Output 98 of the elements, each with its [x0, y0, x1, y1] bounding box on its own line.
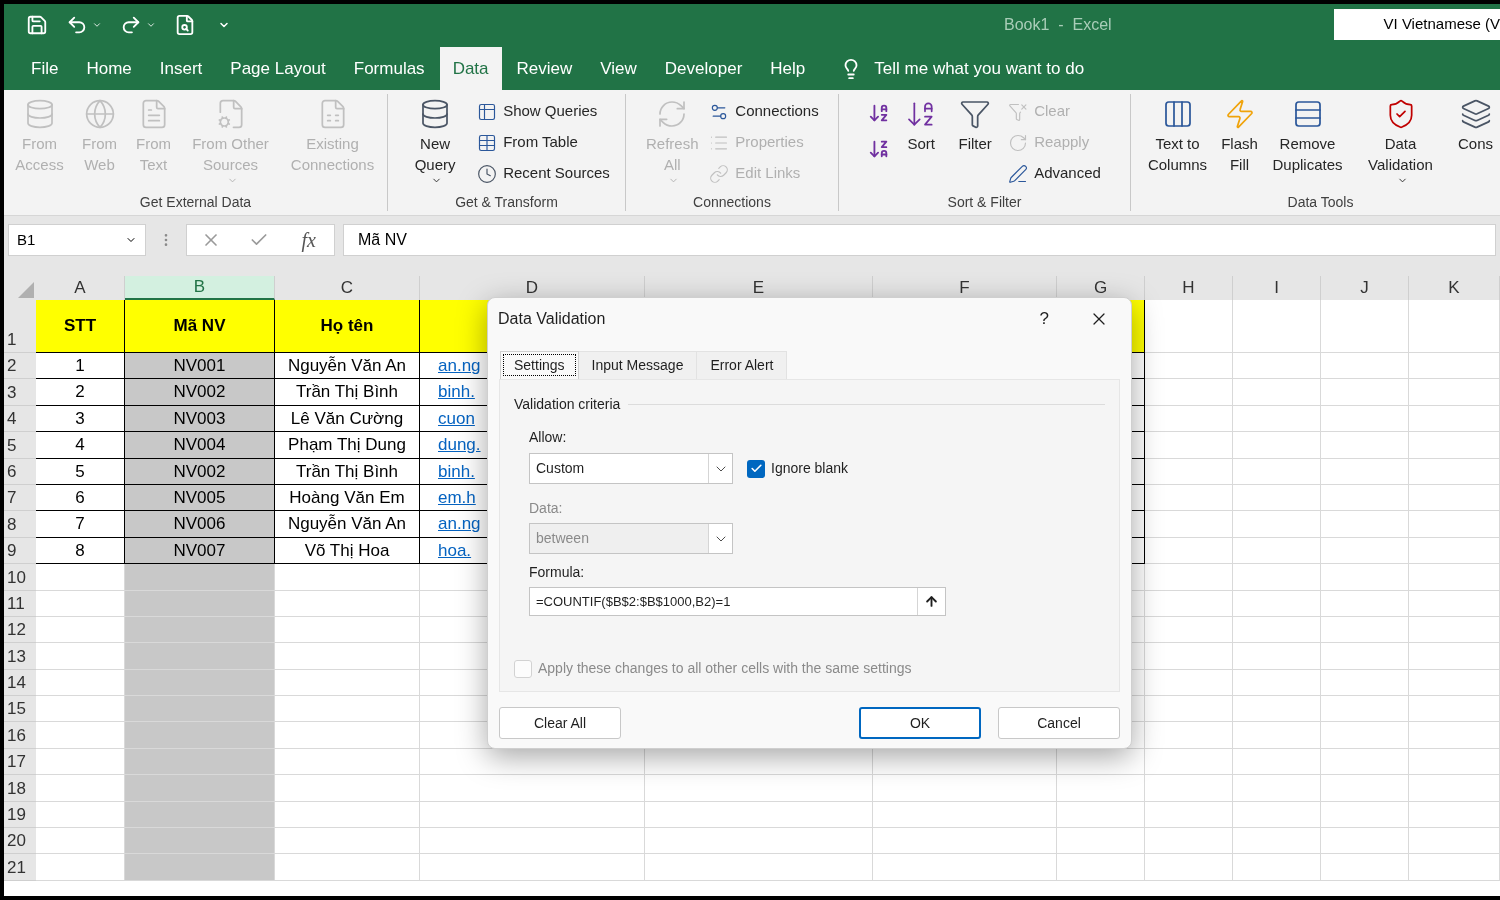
row-header[interactable]: 11	[4, 590, 36, 617]
insert-function-button[interactable]: fx	[297, 225, 320, 255]
ribbon-button[interactable]: Recent Sources	[477, 158, 610, 189]
ribbon-button[interactable]: Show Queries	[477, 96, 610, 127]
row-header[interactable]: 19	[4, 801, 36, 829]
email-link[interactable]: an.ng	[438, 511, 481, 537]
row-header[interactable]: 20	[4, 828, 36, 855]
ribbon-button[interactable]: Connections	[709, 96, 819, 127]
field-label: Data:	[529, 499, 563, 518]
tell-me-field[interactable]: Tell me what you want to do	[874, 55, 1085, 82]
table-cell: NV001	[125, 353, 275, 380]
ribbon-tab[interactable]: Developer	[651, 47, 756, 90]
table-cell: NV002	[125, 379, 275, 406]
row-header[interactable]: 2	[4, 353, 36, 380]
row-header[interactable]: 1	[4, 300, 36, 353]
column-header[interactable]: H	[1145, 276, 1233, 300]
ribbon-button[interactable]: Advanced	[1008, 158, 1101, 189]
formula-field[interactable]: Mã NV	[343, 224, 1496, 256]
dialog-button[interactable]: Cancel	[998, 707, 1120, 739]
table-cell: Trần Thị Bình	[275, 379, 420, 406]
table-cell: Họ tên	[275, 300, 420, 353]
help-button[interactable]: ?	[1039, 305, 1049, 332]
checkbox-label: Ignore blank	[771, 459, 849, 478]
ribbon-tab[interactable]: Formulas	[340, 47, 438, 90]
group-title: Validation criteria	[514, 395, 621, 414]
row-header[interactable]: 8	[4, 511, 36, 538]
ribbon-tab[interactable]: Data	[439, 47, 502, 90]
ribbon-tab[interactable]: File	[18, 47, 72, 90]
ribbon-tab[interactable]: Home	[73, 47, 145, 90]
ribbon-tab[interactable]: Page Layout	[217, 47, 339, 90]
dialog-tab[interactable]: Error Alert	[697, 351, 788, 379]
formula-field[interactable]: =COUNTIF($B$2:$B$1000,B2)=1	[529, 587, 946, 616]
table-cell: NV002	[125, 458, 275, 485]
row-header[interactable]: 10	[4, 564, 36, 591]
email-link[interactable]: hoa.	[438, 537, 472, 564]
ribbon-tab[interactable]: Review	[503, 47, 586, 90]
column-header[interactable]: K	[1409, 276, 1500, 300]
row-header[interactable]: 17	[4, 748, 36, 776]
ribbon-tab[interactable]: View	[587, 47, 650, 90]
table-cell: NV007	[125, 537, 275, 565]
table-cell: NV005	[125, 484, 275, 512]
column-header[interactable]: J	[1321, 276, 1409, 300]
name-box[interactable]: B1	[8, 224, 146, 256]
table-cell: NV006	[125, 511, 275, 538]
row-header[interactable]: 21	[4, 854, 36, 881]
dialog-tab[interactable]: Input Message	[578, 351, 698, 379]
window-title: Book1 - Excel	[1004, 14, 1112, 35]
row-header[interactable]: 3	[4, 379, 36, 406]
dialog-button[interactable]: OK	[859, 707, 981, 739]
ribbon-tab[interactable]: Insert	[146, 47, 216, 90]
dialog-button[interactable]: Clear All	[499, 707, 621, 739]
email-link[interactable]: dung.	[438, 432, 481, 458]
ribbon-tab[interactable]: Help	[757, 47, 819, 90]
row-header[interactable]: 4	[4, 405, 36, 433]
ribbon-button[interactable]: Cons	[1450, 94, 1500, 193]
table-cell: Hoàng Văn Em	[275, 484, 420, 512]
table-cell: NV003	[125, 405, 275, 433]
ribbon-button[interactable]: Flash Fill	[1216, 94, 1263, 193]
column-header[interactable]: B	[125, 276, 275, 300]
table-cell: Nguyễn Văn An	[275, 353, 420, 380]
row-header[interactable]: 6	[4, 458, 36, 485]
ribbon-button[interactable]: Data Validation	[1352, 94, 1449, 193]
checkbox-label: Apply these changes to all other cells with the same settings	[538, 659, 912, 678]
row-header[interactable]: 9	[4, 537, 36, 565]
table-cell: Lê Văn Cường	[275, 405, 420, 433]
ribbon-button[interactable]: From Table	[477, 127, 610, 158]
ribbon-button[interactable]: New Query	[399, 94, 472, 193]
row-header[interactable]: 16	[4, 722, 36, 749]
field-label: Formula:	[529, 563, 585, 582]
table-cell: Mã NV	[125, 300, 275, 353]
table-cell: NV004	[125, 432, 275, 459]
ribbon-button[interactable]: Sort	[896, 94, 947, 193]
allow-dropdown[interactable]: Custom	[529, 453, 733, 484]
email-link[interactable]: binh.	[438, 379, 475, 405]
row-header[interactable]: 5	[4, 432, 36, 459]
language-indicator[interactable]: VI Vietnamese (V	[1333, 9, 1500, 40]
row-header[interactable]: 7	[4, 484, 36, 512]
ribbon-button[interactable]: Filter	[948, 94, 1003, 193]
email-link[interactable]: binh.	[438, 458, 475, 484]
email-link[interactable]: an.ng	[438, 352, 481, 379]
ribbon-button[interactable]: Remove Duplicates	[1264, 94, 1351, 193]
field-label: Allow:	[529, 428, 567, 447]
dialog-tab[interactable]: Settings	[500, 351, 579, 379]
table-cell: Phạm Thị Dung	[275, 432, 420, 459]
row-header[interactable]: 15	[4, 696, 36, 723]
table-cell: Nguyễn Văn An	[275, 511, 420, 538]
ribbon-button[interactable]: Text to Columns	[1140, 94, 1215, 193]
row-header[interactable]: 12	[4, 616, 36, 644]
table-cell: STT	[36, 300, 125, 353]
row-header[interactable]: 13	[4, 643, 36, 670]
table-cell: Võ Thị Hoa	[275, 537, 420, 565]
dialog-title: Data Validation	[498, 308, 606, 329]
table-cell: Trần Thị Bình	[275, 458, 420, 485]
email-link[interactable]: cuon	[438, 405, 475, 432]
row-header[interactable]: 18	[4, 775, 36, 802]
row-header[interactable]: 14	[4, 669, 36, 697]
email-link[interactable]: em.h	[438, 484, 476, 511]
column-header[interactable]: I	[1233, 276, 1321, 300]
